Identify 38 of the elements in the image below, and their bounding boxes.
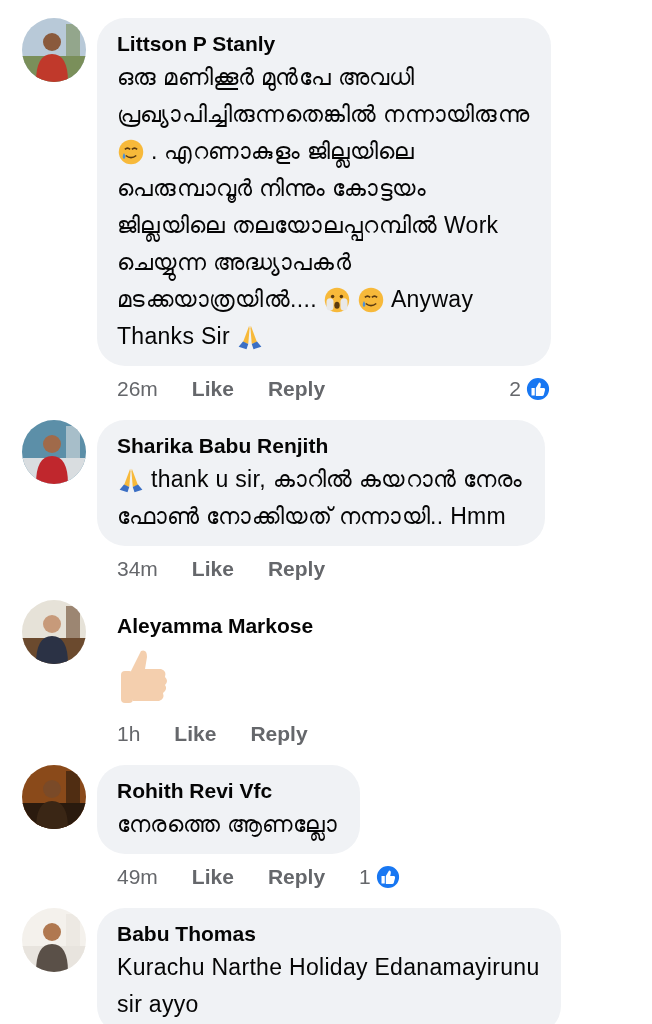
comment-text: thank u sir, കാറിൽ കയറാൻ നേരം bbox=[151, 465, 523, 494]
reply-link[interactable]: Reply bbox=[267, 374, 326, 404]
face-with-hands-icon bbox=[322, 285, 351, 314]
comment-text: ഫോൺ നോക്കിയത് നന്നായി.. Hmm bbox=[117, 502, 506, 531]
like-link[interactable]: Like bbox=[174, 719, 217, 749]
smiling-face-with-tear-icon bbox=[356, 285, 385, 314]
comment-time: 26m bbox=[117, 376, 158, 402]
like-link[interactable]: Like bbox=[191, 374, 234, 404]
reply-link[interactable]: Reply bbox=[250, 719, 308, 749]
comment-text: ജില്ലയിലെ തലയോലപ്പറമ്പിൽ Work bbox=[117, 207, 499, 244]
reply-link[interactable]: Reply bbox=[267, 554, 326, 584]
like-reaction-icon[interactable] bbox=[524, 376, 551, 402]
comment-text: . എറണാകുളം ജില്ലയിലെ bbox=[151, 133, 415, 170]
reaction-count: 2 bbox=[509, 376, 521, 402]
reply-link[interactable]: Reply bbox=[267, 862, 326, 892]
smiling-face-with-tear-icon bbox=[117, 137, 145, 166]
comment-text: ഒരു മണിക്കൂർ മുൻപേ അവധി bbox=[117, 63, 415, 93]
comment-text: മടക്കയാത്രയിൽ.... bbox=[117, 285, 317, 314]
comment-time: 34m bbox=[117, 556, 158, 582]
comment-time: 1h bbox=[117, 721, 141, 747]
comment-text: sir ayyo bbox=[117, 990, 199, 1019]
author-name[interactable]: Littson P Stanly bbox=[117, 29, 276, 59]
comment-text: പ്രഖ്യാപിച്ചിരുന്നതെങ്കിൽ നന്നായിരുന്നു bbox=[117, 100, 529, 130]
comment-text: Thanks Sir bbox=[117, 322, 230, 351]
like-link[interactable]: Like bbox=[191, 862, 234, 892]
comment-text: പെരുമ്പാവൂർ നിന്നും കോട്ടയം bbox=[117, 174, 427, 205]
comment-text: നേരത്തെ ആണല്ലോ bbox=[117, 806, 338, 843]
comment-text: Kurachu Narthe Holiday Edanamayirunu bbox=[117, 953, 540, 982]
author-name[interactable]: Sharika Babu Renjith bbox=[117, 431, 329, 461]
author-name[interactable]: Aleyamma Markose bbox=[97, 600, 334, 641]
comment-text: Anyway bbox=[390, 285, 474, 314]
comment-time: 49m bbox=[117, 864, 158, 890]
like-link[interactable]: Like bbox=[191, 554, 234, 584]
reaction-count: 1 bbox=[359, 864, 371, 890]
author-name[interactable]: Rohith Revi Vfc bbox=[117, 776, 273, 806]
author-name[interactable]: Babu Thomas bbox=[117, 919, 256, 949]
like-reaction-icon[interactable] bbox=[374, 864, 401, 890]
comment-text: ചെയ്യുന്ന അദ്ധ്യാപകർ bbox=[117, 244, 352, 281]
